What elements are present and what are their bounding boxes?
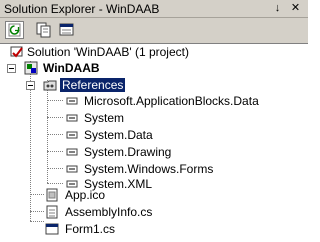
collapse-toggle[interactable] xyxy=(7,64,16,73)
reference-label: System.Data xyxy=(84,128,153,142)
refresh-icon xyxy=(8,23,21,37)
tree-item-solution[interactable]: Solution 'WinDAAB' (1 project) xyxy=(0,44,220,60)
csharp-project-icon xyxy=(24,61,38,75)
file-label: AssemblyInfo.cs xyxy=(65,205,153,219)
reference-label: System.Drawing xyxy=(84,145,172,159)
references-folder-icon xyxy=(43,80,57,91)
tree-item-file[interactable]: AssemblyInfo.cs xyxy=(0,204,160,220)
reference-label: System.Windows.Forms xyxy=(84,162,214,176)
tree-item-reference[interactable]: Microsoft.ApplicationBlocks.Data xyxy=(0,93,260,109)
assembly-reference-icon xyxy=(66,131,78,139)
collapse-toggle[interactable] xyxy=(26,81,35,90)
reference-label: System xyxy=(84,111,125,125)
references-label: References xyxy=(60,78,126,92)
tree-item-reference[interactable]: System.Data xyxy=(0,127,200,143)
form-file-icon xyxy=(45,223,59,235)
toolbar xyxy=(0,18,308,44)
assembly-reference-icon xyxy=(66,148,78,156)
solution-tree: Solution 'WinDAAB' (1 project) WinDAAB R… xyxy=(0,44,308,242)
show-all-files-button[interactable] xyxy=(34,21,53,39)
csharp-file-icon xyxy=(46,205,58,219)
assembly-reference-icon xyxy=(66,165,78,173)
solution-label: Solution 'WinDAAB' (1 project) xyxy=(27,45,189,59)
file-label: Form1.cs xyxy=(65,222,116,236)
tree-item-reference[interactable]: System.Windows.Forms xyxy=(0,161,220,177)
assembly-reference-icon xyxy=(66,114,78,122)
project-label: WinDAAB xyxy=(43,61,100,75)
icon-file-icon xyxy=(46,188,58,202)
assembly-reference-icon xyxy=(66,97,78,105)
window-title: Solution Explorer - WinDAAB xyxy=(4,2,160,16)
title-bar: Solution Explorer - WinDAAB ↓ ✕ xyxy=(0,0,308,18)
refresh-button[interactable] xyxy=(5,21,24,39)
solution-icon xyxy=(10,46,23,58)
tree-item-project[interactable]: WinDAAB xyxy=(0,60,120,76)
close-button[interactable]: ✕ xyxy=(288,1,303,15)
properties-icon xyxy=(59,23,74,36)
tree-item-file[interactable]: App.ico xyxy=(0,187,140,203)
properties-button[interactable] xyxy=(57,21,76,39)
tree-item-reference[interactable]: System xyxy=(0,110,200,126)
tree-item-references[interactable]: References xyxy=(0,77,140,93)
auto-hide-pin-button[interactable]: ↓ xyxy=(270,1,285,15)
file-label: App.ico xyxy=(65,188,106,202)
show-all-files-icon xyxy=(36,22,51,38)
tree-item-file[interactable]: Form1.cs xyxy=(0,221,140,237)
tree-item-reference[interactable]: System.Drawing xyxy=(0,144,200,160)
reference-label: Microsoft.ApplicationBlocks.Data xyxy=(84,94,259,108)
